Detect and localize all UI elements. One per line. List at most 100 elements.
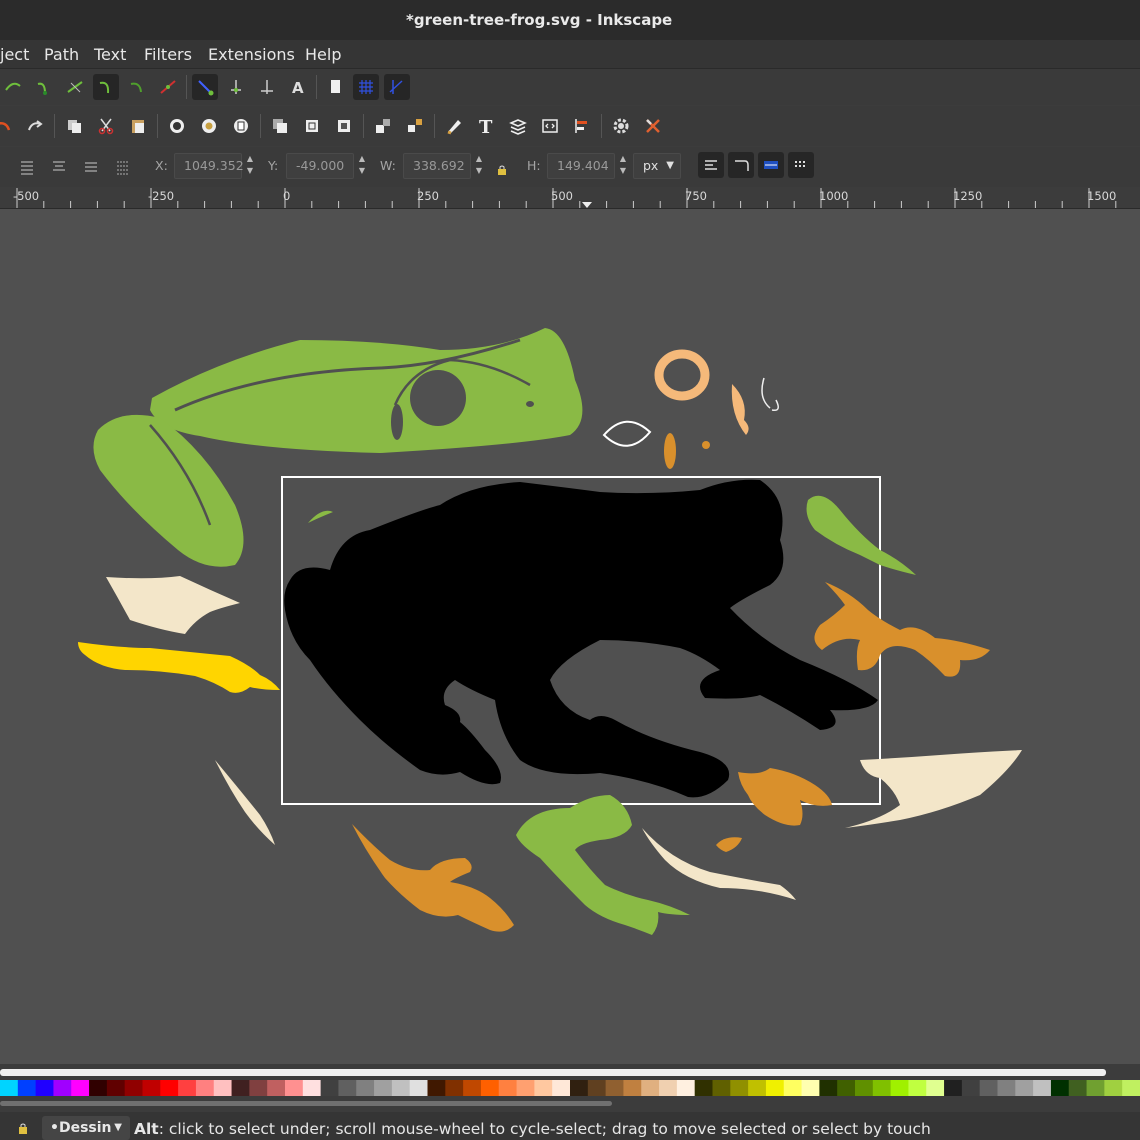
palette-swatch[interactable] <box>53 1080 72 1096</box>
x-stepper[interactable]: ▲ ▼ <box>243 153 257 179</box>
h-field[interactable]: 149.404 <box>547 153 615 179</box>
node-break-icon[interactable] <box>62 74 88 100</box>
node-delete-icon[interactable] <box>155 74 181 100</box>
scale-stroke-icon[interactable] <box>698 152 724 178</box>
palette-swatch[interactable] <box>534 1080 553 1096</box>
zoom-drawing-icon[interactable] <box>196 113 222 139</box>
palette-swatch[interactable] <box>142 1080 161 1096</box>
align-right-icon[interactable] <box>78 154 104 180</box>
menu-help[interactable]: Help <box>305 45 341 64</box>
palette-swatch[interactable] <box>463 1080 482 1096</box>
preferences-icon[interactable] <box>608 113 634 139</box>
guide-icon[interactable] <box>384 74 410 100</box>
palette-swatch[interactable] <box>1104 1080 1123 1096</box>
palette-swatch[interactable] <box>783 1080 803 1096</box>
y-field[interactable]: -49.000 <box>286 153 354 179</box>
palette-swatch[interactable] <box>659 1080 678 1096</box>
align-center-icon[interactable] <box>46 154 72 180</box>
node-cusp-icon[interactable] <box>93 74 119 100</box>
palette-swatch[interactable] <box>1122 1080 1140 1096</box>
palette-swatch[interactable] <box>623 1080 642 1096</box>
palette-swatch[interactable] <box>391 1080 411 1096</box>
palette-swatch[interactable] <box>961 1080 981 1096</box>
palette-swatch[interactable] <box>285 1080 304 1096</box>
w-field[interactable]: 338.692 <box>403 153 471 179</box>
menu-extensions[interactable]: Extensions <box>208 45 295 64</box>
layers-icon[interactable] <box>505 113 531 139</box>
orange-eye-ring[interactable] <box>654 349 710 401</box>
palette-swatch[interactable] <box>908 1080 927 1096</box>
menu-text[interactable]: Text <box>94 45 126 64</box>
snap-text-icon[interactable]: A <box>285 74 311 100</box>
color-palette[interactable] <box>0 1080 1140 1096</box>
palette-swatch[interactable] <box>979 1080 998 1096</box>
black-frog-silhouette[interactable] <box>284 479 878 798</box>
node-smooth-icon[interactable] <box>124 74 150 100</box>
fill-stroke-icon[interactable] <box>441 113 467 139</box>
green-frog-back-shape[interactable] <box>150 328 583 453</box>
palette-swatch[interactable] <box>641 1080 660 1096</box>
palette-swatch[interactable] <box>71 1080 90 1096</box>
palette-swatch[interactable] <box>730 1080 749 1096</box>
palette-swatch[interactable] <box>748 1080 767 1096</box>
move-gradient-icon[interactable] <box>758 152 784 178</box>
palette-swatch[interactable] <box>17 1080 37 1096</box>
cut-icon[interactable] <box>93 113 119 139</box>
palette-swatch[interactable] <box>605 1080 624 1096</box>
page-icon[interactable] <box>322 74 348 100</box>
node-join-icon[interactable] <box>31 74 57 100</box>
snap-align-icon[interactable] <box>223 74 249 100</box>
palette-swatch[interactable] <box>890 1080 909 1096</box>
palette-swatch[interactable] <box>765 1080 785 1096</box>
palette-swatch[interactable] <box>231 1080 250 1096</box>
duplicate-icon[interactable] <box>267 113 293 139</box>
palette-swatch[interactable] <box>516 1080 535 1096</box>
zoom-page-icon[interactable] <box>228 113 254 139</box>
zoom-selection-icon[interactable] <box>164 113 190 139</box>
scale-corners-icon[interactable] <box>728 152 754 178</box>
palette-swatch[interactable] <box>1068 1080 1088 1096</box>
palette-swatch[interactable] <box>997 1080 1016 1096</box>
palette-swatch[interactable] <box>1086 1080 1105 1096</box>
align-distribute-icon[interactable] <box>569 113 595 139</box>
grid-icon[interactable] <box>353 74 379 100</box>
palette-swatch[interactable] <box>837 1080 856 1096</box>
palette-swatch[interactable] <box>872 1080 892 1096</box>
palette-swatch[interactable] <box>801 1080 820 1096</box>
palette-swatch[interactable] <box>570 1080 589 1096</box>
palette-swatch[interactable] <box>819 1080 838 1096</box>
palette-swatch[interactable] <box>694 1080 713 1096</box>
palette-swatch[interactable] <box>409 1080 428 1096</box>
palette-swatch[interactable] <box>944 1080 963 1096</box>
layer-select[interactable]: •Dessin ▼ <box>42 1116 130 1140</box>
palette-swatch[interactable] <box>926 1080 945 1096</box>
canvas-scrollbar[interactable] <box>0 1069 1106 1076</box>
palette-swatch[interactable] <box>427 1080 446 1096</box>
xml-editor-icon[interactable] <box>537 113 563 139</box>
node-add-icon[interactable] <box>0 74 26 100</box>
palette-swatch[interactable] <box>338 1080 357 1096</box>
layer-lock-icon[interactable] <box>16 1120 30 1134</box>
move-pattern-icon[interactable] <box>788 152 814 178</box>
redo-icon[interactable] <box>22 113 48 139</box>
snap-nodes-icon[interactable] <box>192 74 218 100</box>
palette-swatch[interactable] <box>213 1080 233 1096</box>
palette-swatch[interactable] <box>1050 1080 1070 1096</box>
y-stepper[interactable]: ▲ ▼ <box>355 153 369 179</box>
text-font-icon[interactable]: T <box>473 113 499 139</box>
clone-icon[interactable] <box>299 113 325 139</box>
palette-scrollbar[interactable] <box>0 1101 612 1106</box>
palette-swatch[interactable] <box>712 1080 731 1096</box>
palette-swatch[interactable] <box>374 1080 393 1096</box>
group-icon[interactable] <box>370 113 396 139</box>
snap-midpoint-icon[interactable] <box>254 74 280 100</box>
ungroup-icon[interactable] <box>402 113 428 139</box>
palette-swatch[interactable] <box>320 1080 339 1096</box>
palette-swatch[interactable] <box>552 1080 571 1096</box>
palette-swatch[interactable] <box>124 1080 143 1096</box>
menu-object[interactable]: ject <box>0 45 29 64</box>
palette-swatch[interactable] <box>35 1080 54 1096</box>
palette-swatch[interactable] <box>106 1080 126 1096</box>
palette-swatch[interactable] <box>498 1080 518 1096</box>
palette-swatch[interactable] <box>1033 1080 1052 1096</box>
